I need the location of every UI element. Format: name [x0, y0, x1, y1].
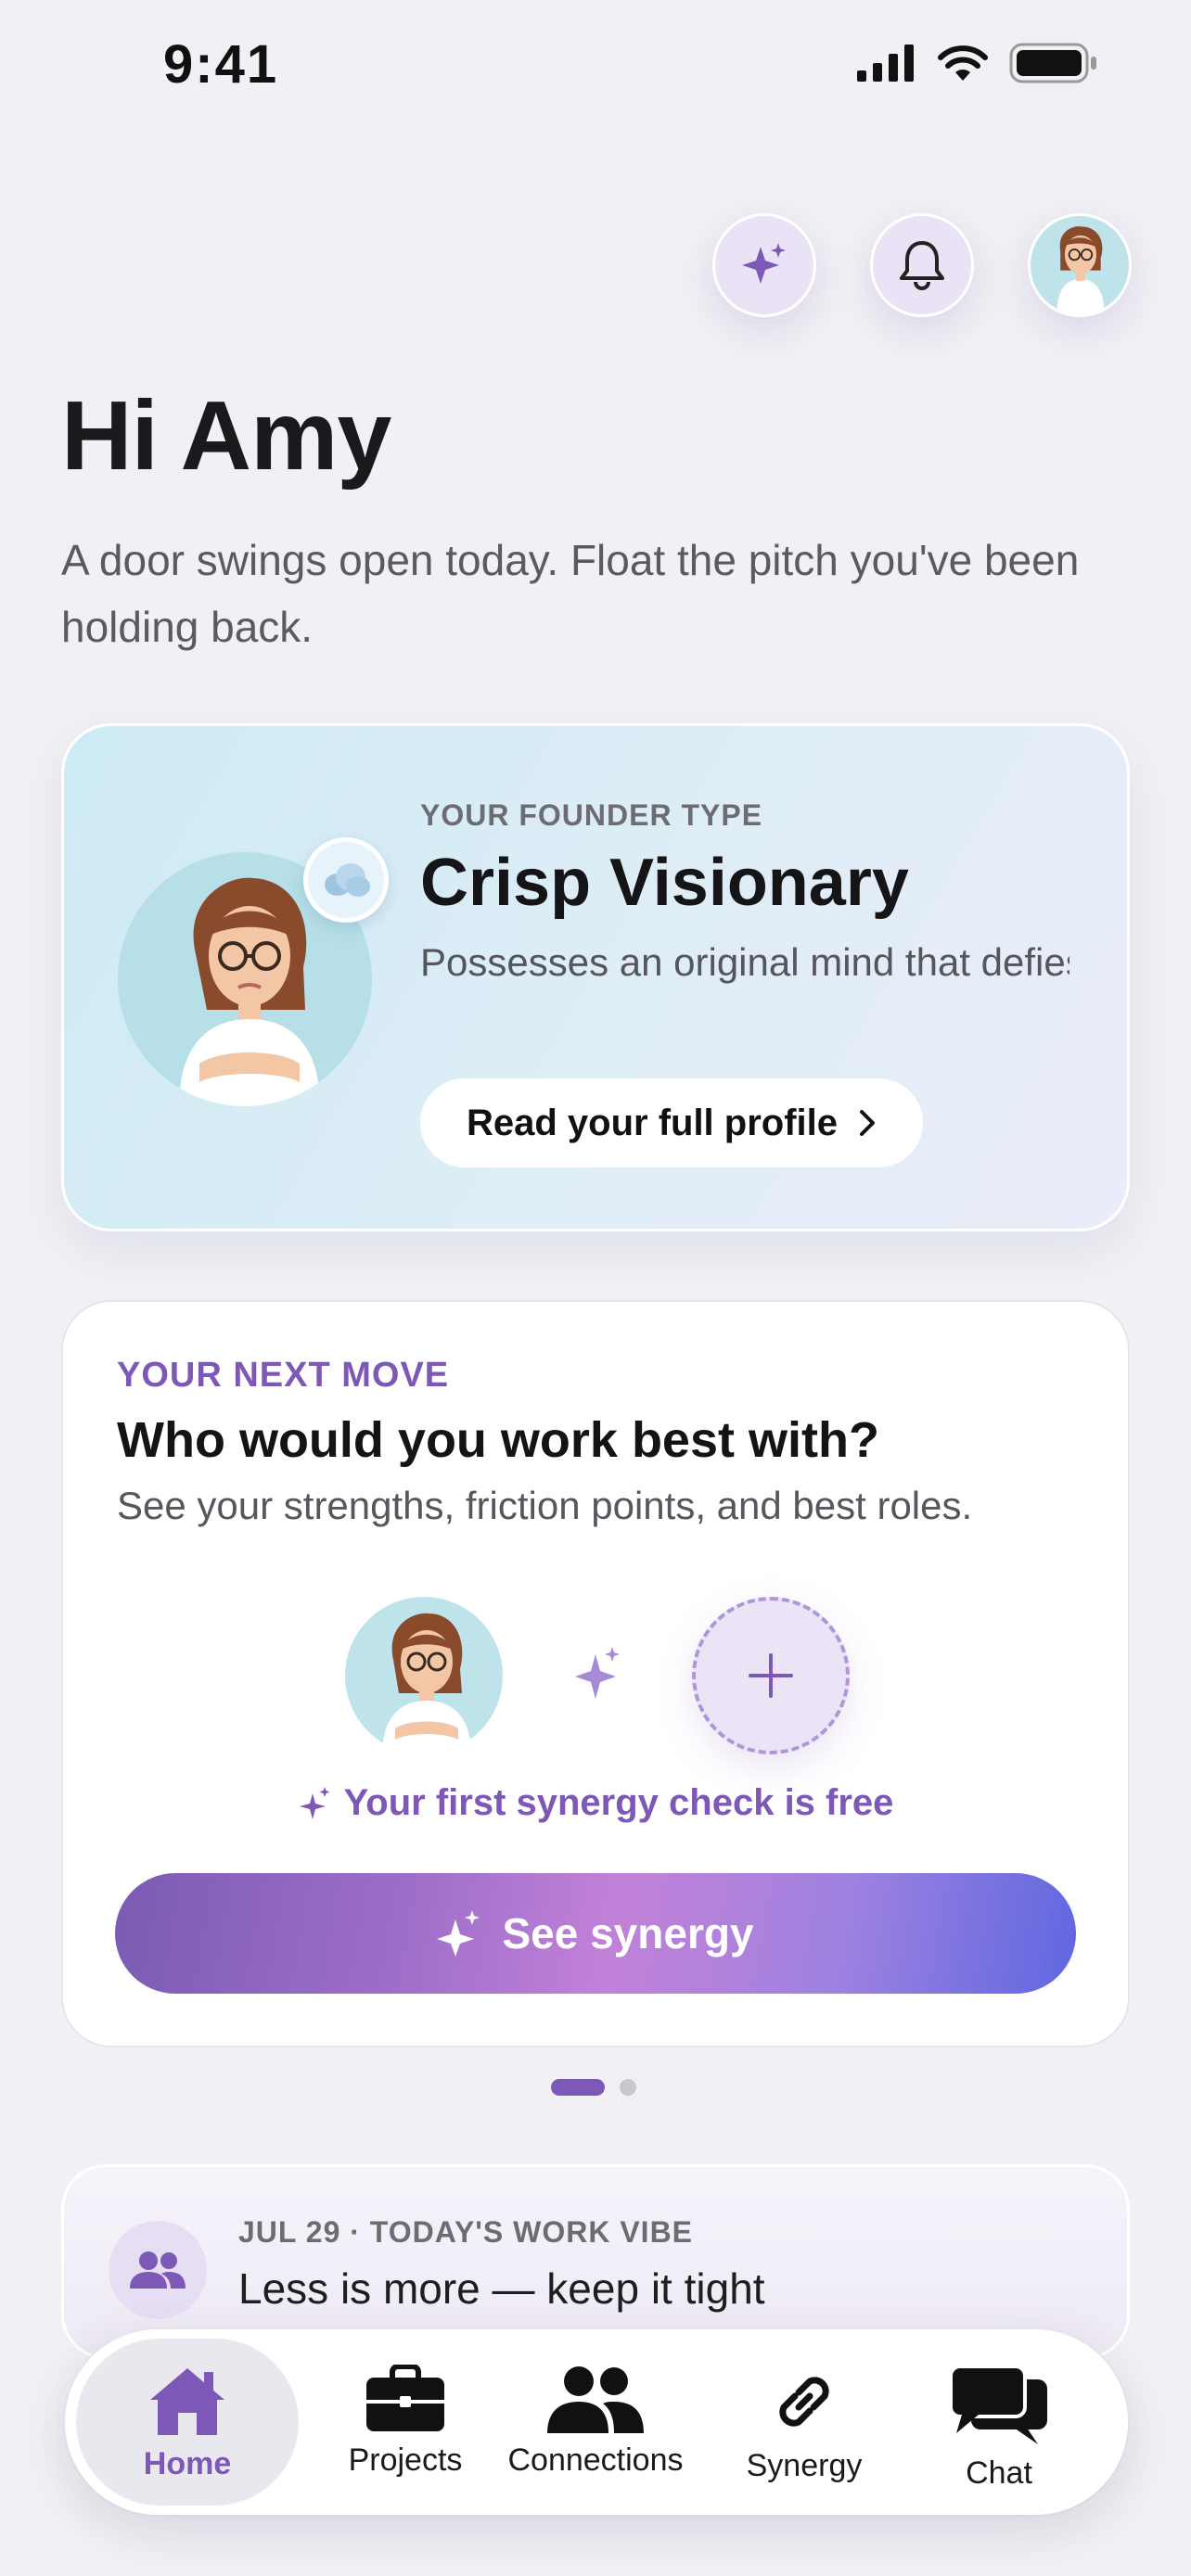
free-check-note: Your first synergy check is free — [63, 1782, 1128, 1824]
tab-label: Home — [143, 2446, 232, 2481]
next-move-eyebrow: YOUR NEXT MOVE — [117, 1356, 450, 1395]
bell-icon — [900, 241, 944, 290]
card-pager[interactable] — [551, 2079, 636, 2096]
profile-avatar-button[interactable] — [1028, 213, 1132, 317]
link-icon — [779, 2377, 829, 2427]
sparkle-icon — [437, 1910, 480, 1957]
see-synergy-label: See synergy — [502, 1909, 754, 1958]
sparkle-icon — [299, 1786, 330, 1819]
plus-icon — [749, 1653, 793, 1698]
home-icon — [150, 2368, 224, 2435]
battery-icon — [1009, 43, 1096, 83]
founder-type-description: Possesses an original mind that defies c… — [420, 940, 1069, 984]
pager-dot-active[interactable] — [551, 2079, 605, 2096]
read-profile-button[interactable]: Read your full profile — [420, 1078, 923, 1167]
daily-message: A door swings open today. Float the pitc… — [61, 536, 1080, 651]
work-vibe-date: JUL 29 · TODAY'S WORK VIBE — [238, 2215, 694, 2249]
people-icon — [109, 2221, 207, 2319]
sparkle-icon — [742, 243, 786, 284]
tab-label: Chat — [966, 2455, 1032, 2491]
tab-chat[interactable]: Chat — [911, 2339, 1087, 2506]
people-icon — [547, 2366, 644, 2433]
read-profile-label: Read your full profile — [466, 1102, 839, 1143]
tab-projects[interactable]: Projects — [317, 2339, 493, 2506]
founder-type-card[interactable]: YOUR FOUNDER TYPE Crisp Visionary Posses… — [61, 723, 1130, 1231]
founder-type-eyebrow: YOUR FOUNDER TYPE — [420, 798, 763, 832]
founder-type-name: Crisp Visionary — [420, 846, 909, 920]
cloud-badge-icon — [303, 837, 389, 923]
chat-bubbles-icon — [949, 2365, 1047, 2444]
pager-dot[interactable] — [620, 2079, 636, 2096]
sparkle-icon — [571, 1645, 623, 1709]
bottom-tab-bar: Home Projects Connections Synergy Chat — [65, 2329, 1128, 2515]
avatar-icon — [1057, 226, 1105, 314]
next-move-card: YOUR NEXT MOVE Who would you work best w… — [61, 1300, 1130, 2047]
free-check-label: Your first synergy check is free — [343, 1782, 894, 1823]
user-avatar — [345, 1597, 503, 1754]
status-icons — [857, 43, 1098, 83]
page-title: Hi Amy — [61, 381, 391, 491]
add-partner-button[interactable] — [692, 1597, 850, 1754]
tab-connections[interactable]: Connections — [493, 2339, 698, 2506]
cellular-signal-icon — [857, 45, 914, 82]
next-move-title: Who would you work best with? — [117, 1412, 879, 1468]
wifi-icon — [938, 45, 988, 81]
tab-label: Connections — [507, 2442, 684, 2478]
home-screen: 9:41 Hi Amy A door swings open today. Fl… — [0, 0, 1191, 2576]
see-synergy-button[interactable]: See synergy — [115, 1873, 1076, 1994]
tab-synergy[interactable]: Synergy — [716, 2339, 892, 2506]
chevron-right-icon — [860, 1110, 876, 1136]
tab-label: Synergy — [746, 2448, 863, 2483]
tab-label: Projects — [348, 2442, 463, 2478]
status-time: 9:41 — [163, 34, 279, 95]
avatar-icon — [382, 1613, 471, 1754]
work-vibe-text: Less is more — keep it tight — [238, 2264, 765, 2313]
next-move-subtitle: See your strengths, friction points, and… — [117, 1484, 973, 1527]
notifications-button[interactable] — [870, 213, 974, 317]
ai-sparkle-button[interactable] — [712, 213, 816, 317]
tab-home[interactable]: Home — [76, 2339, 299, 2506]
briefcase-icon — [366, 2365, 444, 2431]
